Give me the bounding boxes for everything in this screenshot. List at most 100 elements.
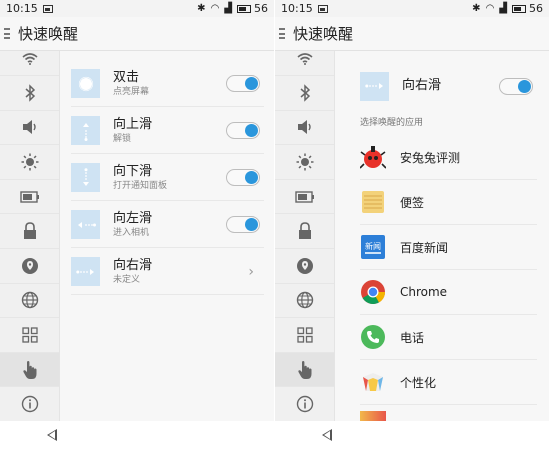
location-icon: [296, 257, 313, 274]
swipe-up-toggle[interactable]: [226, 122, 260, 139]
location-icon: [21, 257, 38, 274]
right-phone-screen: 10:15 ✱ ◠ ▟ 56 快速唤醒 向右滑 选择唤醒的应用 安兔兔评测 便签…: [275, 0, 549, 449]
lock-icon: [298, 222, 311, 240]
sidebar-item-apps[interactable]: [0, 318, 59, 353]
page-title: 快速唤醒: [293, 25, 354, 43]
status-time: 10:15: [281, 2, 313, 15]
sidebar-item-lock[interactable]: [0, 214, 59, 249]
globe-icon: [296, 292, 313, 309]
notes-icon: [362, 191, 384, 213]
sidebar-item-brightness[interactable]: [0, 145, 59, 180]
sidebar-item-location[interactable]: [0, 249, 59, 284]
sidebar-item-location[interactable]: [275, 249, 334, 284]
app-item-antutu[interactable]: 安兔兔评测: [360, 135, 537, 180]
double-tap-thumb: [71, 69, 100, 98]
gesture-subtitle: 未定义: [113, 274, 141, 285]
sidebar-item-battery[interactable]: [275, 180, 334, 215]
double-tap-toggle[interactable]: [226, 75, 260, 92]
gesture-subtitle: 打开通知面板: [113, 180, 168, 191]
signal-status-icon: ▟: [224, 3, 232, 14]
antutu-icon: [360, 146, 386, 169]
wifi-status-icon: ◠: [485, 3, 495, 14]
bluetooth-status-icon: ✱: [197, 3, 206, 14]
gesture-row-swipe-right[interactable]: 向右滑: [360, 63, 537, 109]
sidebar-item-wifi[interactable]: [0, 51, 59, 76]
gesture-title: 向上滑: [113, 116, 153, 132]
swipe-right-toggle[interactable]: [499, 77, 533, 95]
volume-icon: [297, 120, 311, 135]
sidebar-item-bluetooth[interactable]: [0, 76, 59, 111]
swipe-left-toggle[interactable]: [226, 216, 260, 233]
sidebar-item-gesture[interactable]: [275, 352, 334, 388]
sidebar-item-bluetooth[interactable]: [275, 76, 334, 111]
app-item-baidu-news[interactable]: 新闻 百度新闻: [360, 225, 537, 270]
app-label: 安兔兔评测: [400, 150, 461, 165]
screenshot-stage: 10:15 ✱ ◠ ▟ 56 快速唤醒 双击 点亮屏幕 向上滑 解锁 向下滑 打…: [0, 0, 549, 449]
sidebar-item-volume[interactable]: [275, 111, 334, 146]
sidebar: [0, 51, 60, 422]
gesture-subtitle: 解锁: [113, 133, 132, 144]
bluetooth-icon: [300, 83, 310, 102]
arrow-right-icon: [364, 83, 383, 89]
brightness-icon: [21, 153, 38, 171]
battery-level: 56: [254, 2, 268, 15]
gesture-row-swipe-left[interactable]: 向左滑 进入相机: [71, 202, 264, 248]
battery-icon: [294, 190, 314, 203]
arrow-up-icon: [82, 122, 89, 141]
bluetooth-icon: [25, 83, 35, 102]
gesture-title: 向右滑: [113, 257, 153, 273]
baidu-news-icon: 新闻: [361, 235, 385, 259]
globe-icon: [21, 292, 38, 309]
sidebar-item-wifi[interactable]: [275, 51, 334, 76]
battery-level: 56: [529, 2, 543, 15]
app-item-personalize[interactable]: 个性化: [360, 360, 537, 405]
swipe-down-toggle[interactable]: [226, 169, 260, 186]
menu-icon[interactable]: [279, 28, 285, 39]
navigation-bar: [275, 421, 549, 449]
left-phone-screen: 10:15 ✱ ◠ ▟ 56 快速唤醒 双击 点亮屏幕 向上滑 解锁 向下滑 打…: [0, 0, 274, 449]
status-bar: 10:15 ✱ ◠ ▟ 56: [0, 0, 274, 17]
menu-icon[interactable]: [4, 28, 10, 39]
sidebar-item-brightness[interactable]: [275, 145, 334, 180]
sidebar-item-network[interactable]: [275, 284, 334, 319]
chrome-icon: [361, 280, 385, 305]
sidebar-item-about[interactable]: [275, 387, 334, 422]
sidebar-item-about[interactable]: [0, 387, 59, 422]
gesture-row-swipe-down[interactable]: 向下滑 打开通知面板: [71, 155, 264, 201]
sidebar-item-apps[interactable]: [275, 318, 334, 353]
title-bar: 快速唤醒: [0, 17, 274, 51]
sidebar-item-lock[interactable]: [275, 214, 334, 249]
gesture-title: 向下滑: [113, 163, 153, 179]
status-time: 10:15: [6, 2, 38, 15]
gesture-subtitle: 进入相机: [113, 227, 150, 238]
status-bar: 10:15 ✱ ◠ ▟ 56: [275, 0, 549, 17]
personalize-icon: [363, 373, 383, 391]
app-item-notes[interactable]: 便签: [360, 180, 537, 225]
gesture-title: 双击: [113, 69, 140, 85]
sidebar-item-gesture[interactable]: [0, 352, 59, 388]
double-tap-icon: [78, 76, 93, 91]
gesture-row-swipe-up[interactable]: 向上滑 解锁: [71, 108, 264, 154]
phone-icon: [361, 325, 385, 349]
apps-grid-icon: [21, 327, 38, 343]
apps-grid-icon: [296, 327, 313, 343]
swipe-up-thumb: [71, 116, 100, 145]
page-title: 快速唤醒: [18, 25, 79, 43]
app-item-phone[interactable]: 电话: [360, 315, 537, 360]
swipe-right-thumb: [360, 71, 389, 101]
info-icon: [21, 395, 38, 413]
swipe-right-thumb: [71, 257, 100, 286]
app-label: 个性化: [400, 375, 437, 390]
back-icon[interactable]: [322, 429, 332, 441]
sidebar-item-network[interactable]: [0, 284, 59, 319]
sidebar-item-volume[interactable]: [0, 111, 59, 146]
gesture-row-double-tap[interactable]: 双击 点亮屏幕: [71, 61, 264, 107]
back-icon[interactable]: [47, 429, 57, 441]
app-item-chrome[interactable]: Chrome: [360, 270, 537, 315]
chevron-right-icon[interactable]: ›: [248, 264, 254, 280]
sidebar-item-battery[interactable]: [0, 180, 59, 215]
gesture-row-swipe-right[interactable]: 向右滑 未定义 ›: [71, 249, 264, 295]
battery-status-icon: [237, 4, 251, 13]
svg-text:新闻: 新闻: [365, 241, 381, 251]
wifi-status-icon: ◠: [210, 3, 220, 14]
